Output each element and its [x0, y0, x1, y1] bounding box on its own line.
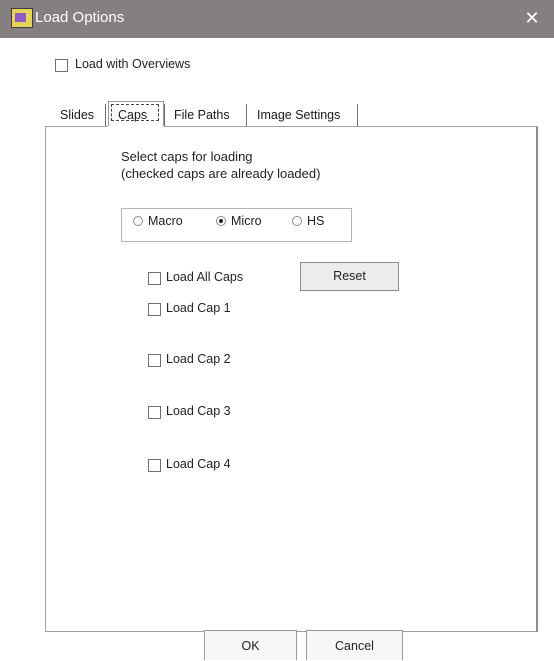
- tab-slides[interactable]: Slides: [60, 104, 94, 126]
- load-options-dialog: Load Options ✕ Load with Overviews Slide…: [0, 0, 554, 660]
- micro-radio-label[interactable]: Micro: [231, 214, 262, 228]
- tab-image-settings[interactable]: Image Settings: [257, 104, 340, 126]
- tab-separator: [357, 104, 358, 126]
- title-bar[interactable]: Load Options ✕: [0, 0, 554, 38]
- load-cap-4-label[interactable]: Load Cap 4: [166, 457, 231, 471]
- caps-instruction-line2: (checked caps are already loaded): [121, 166, 321, 181]
- tab-file-paths[interactable]: File Paths: [174, 104, 230, 126]
- hs-radio-label[interactable]: HS: [307, 214, 324, 228]
- caps-instruction-line1: Select caps for loading: [121, 149, 253, 164]
- load-cap-3-checkbox[interactable]: [148, 406, 161, 419]
- app-window-icon: [11, 8, 33, 28]
- macro-radio[interactable]: [133, 216, 143, 226]
- tab-separator: [246, 104, 247, 126]
- load-cap-2-checkbox[interactable]: [148, 354, 161, 367]
- tab-caps-gap: [108, 126, 164, 127]
- tab-caps[interactable]: Caps: [118, 104, 147, 126]
- macro-radio-label[interactable]: Macro: [148, 214, 183, 228]
- caps-tab-panel: [45, 126, 538, 632]
- load-cap-2-label[interactable]: Load Cap 2: [166, 352, 231, 366]
- window-title: Load Options: [35, 9, 125, 26]
- load-all-caps-checkbox[interactable]: [148, 272, 161, 285]
- load-cap-3-label[interactable]: Load Cap 3: [166, 404, 231, 418]
- load-cap-1-label[interactable]: Load Cap 1: [166, 301, 231, 315]
- load-cap-1-checkbox[interactable]: [148, 303, 161, 316]
- close-button[interactable]: ✕: [518, 4, 546, 32]
- reset-button[interactable]: Reset: [300, 262, 399, 291]
- load-with-overviews-checkbox[interactable]: [55, 59, 68, 72]
- tab-separator: [105, 104, 106, 126]
- tab-separator: [164, 104, 165, 126]
- hs-radio[interactable]: [292, 216, 302, 226]
- load-cap-4-checkbox[interactable]: [148, 459, 161, 472]
- load-all-caps-label[interactable]: Load All Caps: [166, 270, 243, 284]
- close-icon: ✕: [524, 8, 540, 28]
- micro-radio[interactable]: [216, 216, 226, 226]
- load-with-overviews-label[interactable]: Load with Overviews: [75, 57, 190, 71]
